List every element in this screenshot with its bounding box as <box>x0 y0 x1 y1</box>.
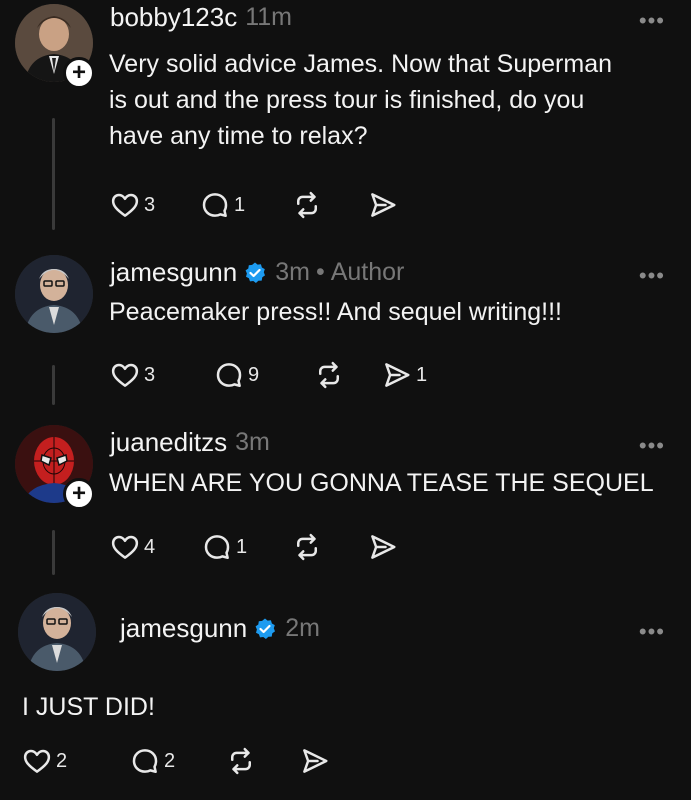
username[interactable]: bobby123c <box>110 2 237 33</box>
reply-item[interactable]: jamesgunn 3m • Author ••• Peacemaker pre… <box>0 245 691 415</box>
repost-icon <box>292 532 322 562</box>
action-bar: 2 2 <box>22 746 330 776</box>
thread-line <box>52 365 55 405</box>
more-options-icon[interactable]: ••• <box>639 619 665 645</box>
repost-icon <box>314 360 344 390</box>
like-button[interactable]: 2 <box>22 746 130 776</box>
reply-header: bobby123c 11m <box>110 2 292 33</box>
share-button[interactable] <box>368 190 398 220</box>
comment-button[interactable]: 9 <box>214 360 314 390</box>
follow-plus-button[interactable]: + <box>63 478 95 510</box>
reply-text: WHEN ARE YOU GONNA TEASE THE SEQUEL <box>109 469 654 497</box>
comment-icon <box>202 532 232 562</box>
username[interactable]: jamesgunn <box>110 257 237 288</box>
text-line: Very solid advice James. Now that Superm… <box>109 50 613 78</box>
comment-count: 9 <box>248 363 260 386</box>
username[interactable]: juaneditzs <box>110 427 227 458</box>
like-button[interactable]: 3 <box>110 360 214 390</box>
avatar[interactable] <box>18 593 96 671</box>
reply-header: jamesgunn 3m • Author <box>110 257 404 288</box>
share-count: 1 <box>416 363 428 386</box>
repost-button[interactable] <box>292 532 368 562</box>
timestamp: 2m <box>285 614 320 642</box>
comment-icon <box>200 190 230 220</box>
share-button[interactable] <box>300 746 330 776</box>
timestamp: 3m <box>275 258 310 286</box>
comment-button[interactable]: 1 <box>200 190 292 220</box>
comment-count: 1 <box>234 193 246 216</box>
timestamp: 3m <box>235 428 270 456</box>
comment-count: 1 <box>236 535 248 558</box>
like-button[interactable]: 4 <box>110 532 202 562</box>
follow-plus-button[interactable]: + <box>63 57 95 89</box>
thread-line <box>52 118 55 230</box>
timestamp: 11m <box>245 3 293 31</box>
comment-icon <box>130 746 160 776</box>
reply-item[interactable]: jamesgunn 2m ••• I JUST DID! 2 2 <box>0 585 691 800</box>
comment-count: 2 <box>164 749 176 772</box>
like-button[interactable]: 3 <box>110 190 200 220</box>
heart-icon <box>110 190 140 220</box>
action-bar: 3 9 1 <box>110 360 427 390</box>
reply-text: I JUST DID! <box>22 693 155 721</box>
heart-icon <box>22 746 52 776</box>
more-options-icon[interactable]: ••• <box>639 263 665 289</box>
send-icon <box>382 360 412 390</box>
repost-button[interactable] <box>292 190 368 220</box>
text-line: is out and the press tour is finished, d… <box>109 86 585 114</box>
reply-text: Very solid advice James. Now that Superm… <box>109 46 669 154</box>
action-bar: 4 1 <box>110 532 398 562</box>
send-icon <box>368 190 398 220</box>
action-bar: 3 1 <box>110 190 398 220</box>
comment-icon <box>214 360 244 390</box>
username[interactable]: jamesgunn <box>120 613 247 644</box>
heart-icon <box>110 532 140 562</box>
avatar[interactable] <box>15 255 93 333</box>
heart-icon <box>110 360 140 390</box>
repost-button[interactable] <box>226 746 300 776</box>
author-label: Author <box>330 258 405 286</box>
repost-button[interactable] <box>314 360 382 390</box>
thread-line <box>52 530 55 575</box>
repost-icon <box>226 746 256 776</box>
repost-icon <box>292 190 322 220</box>
separator: • <box>315 258 325 286</box>
text-line: have any time to relax? <box>109 122 368 150</box>
reply-item[interactable]: + juaneditzs 3m ••• WHEN ARE YOU GONNA T… <box>0 415 691 585</box>
share-button[interactable]: 1 <box>382 360 427 390</box>
more-options-icon[interactable]: ••• <box>639 433 665 459</box>
comment-button[interactable]: 2 <box>130 746 226 776</box>
like-count: 3 <box>144 363 156 386</box>
reply-header: juaneditzs 3m <box>110 427 270 458</box>
send-icon <box>368 532 398 562</box>
send-icon <box>300 746 330 776</box>
verified-badge-icon <box>253 617 277 641</box>
reply-text: Peacemaker press!! And sequel writing!!! <box>109 298 563 326</box>
like-count: 4 <box>144 535 156 558</box>
comment-button[interactable]: 1 <box>202 532 292 562</box>
reply-item[interactable]: + bobby123c 11m ••• Very solid advice Ja… <box>0 0 691 245</box>
reply-header: jamesgunn 2m <box>120 613 320 644</box>
verified-badge-icon <box>243 261 267 285</box>
more-options-icon[interactable]: ••• <box>639 8 665 34</box>
like-count: 2 <box>56 749 68 772</box>
like-count: 3 <box>144 193 156 216</box>
share-button[interactable] <box>368 532 398 562</box>
